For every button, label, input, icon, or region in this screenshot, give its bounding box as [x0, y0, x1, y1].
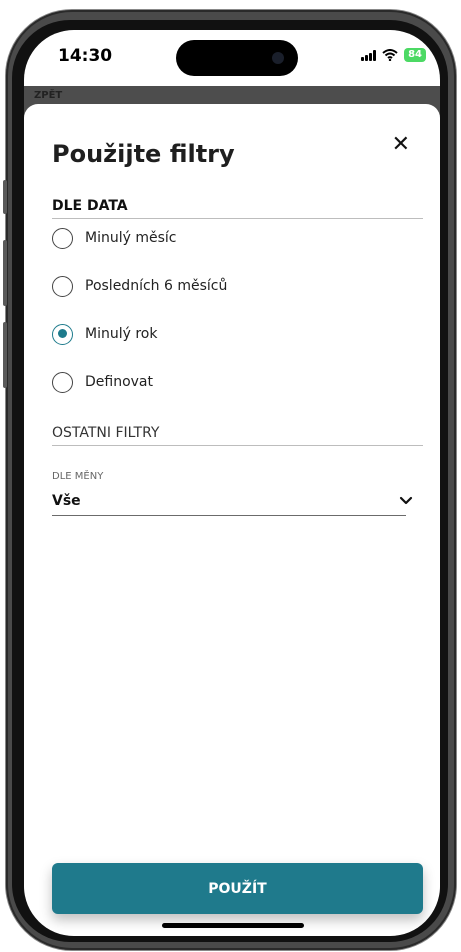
- close-icon[interactable]: ✕: [392, 132, 410, 157]
- radio-label: Definovat: [85, 374, 154, 390]
- date-section-heading: DLE DATA: [52, 198, 423, 219]
- action-button: [3, 180, 7, 214]
- date-option-last-month[interactable]: Minulý měsíc: [52, 226, 227, 250]
- filter-sheet: ✕ Použijte filtry DLE DATA Minulý měsíc …: [24, 104, 440, 936]
- wifi-icon: [382, 49, 398, 61]
- date-options: Minulý měsíc Posledních 6 měsíců Minulý …: [52, 226, 227, 418]
- currency-select-value: Vše: [52, 493, 81, 509]
- currency-field-label: DLE MĚNY: [52, 471, 104, 482]
- radio-unselected-icon[interactable]: [52, 227, 73, 249]
- radio-selected-icon[interactable]: [52, 323, 73, 345]
- apply-button[interactable]: POUŽÍT: [52, 863, 423, 914]
- screen: 14:30 84 ZPĚT ✕ Použijte filtry DLE DATA: [24, 30, 440, 936]
- home-indicator: [162, 923, 304, 928]
- camera-icon: [272, 52, 284, 64]
- date-option-custom[interactable]: Definovat: [52, 370, 227, 394]
- signal-icon: [361, 49, 377, 61]
- radio-label: Minulý měsíc: [85, 230, 177, 246]
- battery-icon: 84: [404, 48, 426, 62]
- radio-unselected-icon[interactable]: [52, 275, 73, 297]
- status-bar: 14:30 84: [24, 30, 440, 86]
- radio-label: Minulý rok: [85, 326, 158, 342]
- sheet-title: Použijte filtry: [52, 140, 235, 168]
- date-option-last-6-months[interactable]: Posledních 6 měsíců: [52, 274, 227, 298]
- radio-label: Posledních 6 měsíců: [85, 278, 228, 294]
- status-icons: 84: [361, 48, 426, 62]
- volume-up-button: [3, 240, 7, 306]
- other-filters-heading: OSTATNI FILTRY: [52, 425, 423, 446]
- currency-select[interactable]: Vše: [52, 491, 406, 516]
- dynamic-island: [176, 40, 298, 76]
- date-option-last-year[interactable]: Minulý rok: [52, 322, 227, 346]
- status-time: 14:30: [58, 46, 113, 66]
- radio-unselected-icon[interactable]: [52, 371, 73, 393]
- volume-down-button: [3, 322, 7, 388]
- underlay-back-link: ZPĚT: [34, 90, 63, 101]
- chevron-down-icon[interactable]: [398, 494, 414, 508]
